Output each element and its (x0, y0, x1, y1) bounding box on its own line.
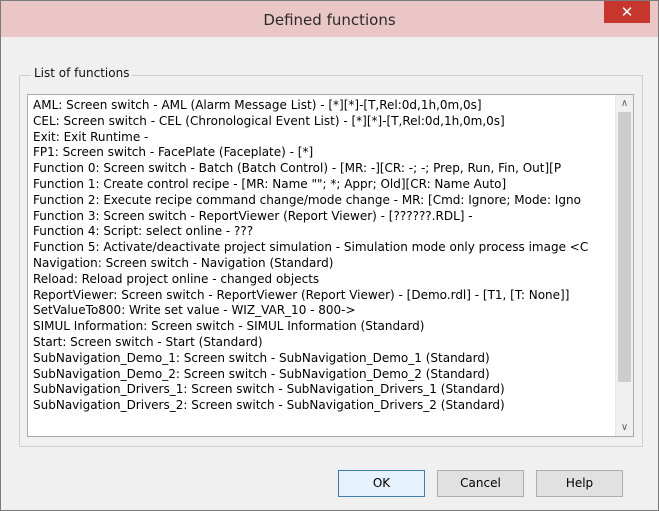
list-item[interactable]: Exit: Exit Runtime - (33, 130, 615, 146)
title-bar[interactable]: Defined functions ✕ (1, 1, 658, 37)
dialog-title: Defined functions (263, 11, 396, 29)
list-item[interactable]: AML: Screen switch - AML (Alarm Message … (33, 98, 615, 114)
dialog-window: Defined functions ✕ List of functions AM… (0, 0, 659, 511)
cancel-button[interactable]: Cancel (437, 470, 524, 497)
functions-listbox[interactable]: AML: Screen switch - AML (Alarm Message … (27, 94, 634, 437)
scroll-up-button[interactable]: ∧ (616, 95, 633, 112)
list-item[interactable]: SubNavigation_Demo_1: Screen switch - Su… (33, 351, 615, 367)
list-item[interactable]: Start: Screen switch - Start (Standard) (33, 335, 615, 351)
list-item[interactable]: Function 1: Create control recipe - [MR:… (33, 177, 615, 193)
list-item[interactable]: ReportViewer: Screen switch - ReportView… (33, 288, 615, 304)
list-item[interactable]: Navigation: Screen switch - Navigation (… (33, 256, 615, 272)
group-label: List of functions (31, 66, 133, 80)
scroll-down-button[interactable]: ∨ (616, 419, 633, 436)
list-item[interactable]: Function 0: Screen switch - Batch (Batch… (33, 161, 615, 177)
scroll-thumb[interactable] (618, 112, 631, 382)
list-item[interactable]: Function 4: Script: select online - ??? (33, 224, 615, 240)
list-item[interactable]: SubNavigation_Drivers_2: Screen switch -… (33, 398, 615, 414)
list-item[interactable]: Function 2: Execute recipe command chang… (33, 193, 615, 209)
functions-list: AML: Screen switch - AML (Alarm Message … (33, 98, 615, 414)
help-button[interactable]: Help (536, 470, 623, 497)
vertical-scrollbar[interactable]: ∧ ∨ (615, 95, 633, 436)
list-item[interactable]: SIMUL Information: Screen switch - SIMUL… (33, 319, 615, 335)
close-icon: ✕ (620, 3, 634, 21)
list-item[interactable]: Reload: Reload project online - changed … (33, 272, 615, 288)
list-item[interactable]: SubNavigation_Drivers_1: Screen switch -… (33, 382, 615, 398)
ok-button[interactable]: OK (338, 470, 425, 497)
list-item[interactable]: Function 5: Activate/deactivate project … (33, 240, 615, 256)
list-item[interactable]: SetValueTo800: Write set value - WIZ_VAR… (33, 303, 615, 319)
list-item[interactable]: CEL: Screen switch - CEL (Chronological … (33, 114, 615, 130)
list-item[interactable]: Function 3: Screen switch - ReportViewer… (33, 209, 615, 225)
list-item[interactable]: SubNavigation_Demo_2: Screen switch - Su… (33, 367, 615, 383)
close-button[interactable]: ✕ (604, 1, 650, 23)
list-item[interactable]: FP1: Screen switch - FacePlate (Faceplat… (33, 145, 615, 161)
chevron-up-icon: ∧ (620, 98, 629, 109)
chevron-down-icon: ∨ (620, 422, 629, 433)
